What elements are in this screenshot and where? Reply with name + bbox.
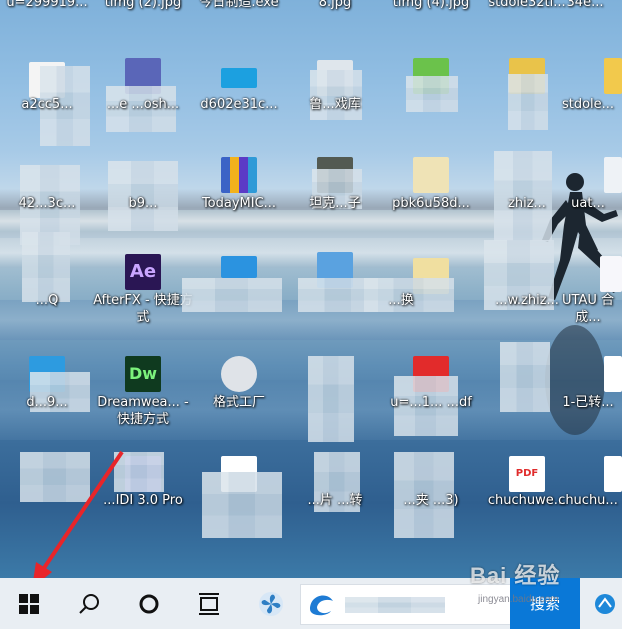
file-icon — [604, 356, 622, 392]
search-icon — [79, 593, 99, 614]
baidu-watermark-url: jingyan.baidu.com — [478, 594, 559, 605]
desktop-icon-label: pbk6u58d... — [392, 196, 470, 211]
desktop-icon[interactable]: uat... — [560, 155, 622, 245]
desktop-icon-label: UTAU 合成... — [562, 293, 614, 325]
desktop-icon-label: 鲁...戏库 — [309, 97, 361, 112]
desktop-icon[interactable]: Ae AfterFX - 快捷方式 — [93, 250, 193, 340]
desktop-icon-label: chuchu... — [558, 493, 618, 508]
desktop-icon[interactable] — [192, 452, 286, 542]
desktop-icon-label: a2cc5... — [21, 97, 73, 112]
desktop-icon[interactable]: TodayMIC... — [192, 155, 286, 245]
zip-folder-icon — [413, 157, 449, 193]
desktop-icon[interactable]: UTAU 合成... — [560, 250, 622, 340]
desktop-icon[interactable]: stdole... — [560, 56, 622, 146]
after-effects-icon: Ae — [125, 254, 161, 290]
image-file-icon — [221, 256, 257, 278]
search-button[interactable] — [60, 578, 118, 629]
desktop-icon-label: timg (4).jpg — [392, 0, 470, 10]
desktop-icon[interactable] — [384, 56, 478, 146]
desktop-icon-label: 34e... — [566, 0, 604, 10]
desktop-icon-label: ...Q — [35, 293, 59, 308]
tray-app-icon — [595, 593, 615, 614]
desktop-icon[interactable] — [288, 352, 382, 442]
cortana-button[interactable] — [120, 578, 178, 629]
desktop-icon[interactable]: 格式工厂 — [192, 352, 286, 442]
desktop-icon-label: d...9... — [26, 395, 68, 410]
desktop-icon[interactable]: ...夹 ...3) — [384, 452, 478, 542]
desktop-icon[interactable]: d602e31c... — [192, 56, 286, 146]
desktop-icon-label: TodayMIC... — [201, 196, 277, 211]
desktop-icon-label: u=...1... ...df — [390, 395, 472, 410]
task-view-button[interactable] — [180, 578, 238, 629]
desktop-icon-label: AfterFX - 快捷方式 — [93, 293, 193, 325]
desktop-icon[interactable] — [0, 452, 94, 542]
file-icon — [604, 157, 622, 193]
desktop-icon-label: b9... — [128, 196, 158, 211]
folder-icon — [604, 58, 622, 94]
desktop-icon-label: 格式工厂 — [212, 395, 265, 410]
file-icon — [604, 456, 622, 492]
desktop-icon[interactable]: u=...1... ...df — [384, 352, 478, 442]
utau-icon — [600, 256, 622, 292]
pdf-file-icon: PDF — [509, 456, 545, 492]
desktop-icon[interactable]: a2cc5... — [0, 56, 94, 146]
desktop-icon[interactable]: ...片 ...转 — [288, 452, 382, 542]
desktop-icon[interactable]: ...Q — [0, 232, 94, 340]
image-file-icon — [221, 68, 257, 88]
desktop-icon-label: uat... — [571, 196, 605, 211]
desktop-icon[interactable]: Dw Dreamwea... - 快捷方式 — [96, 352, 190, 442]
desktop-icon-label: ...片 ...转 — [307, 493, 363, 508]
desktop-icon[interactable]: d...9... — [0, 352, 94, 442]
tray-app-button[interactable] — [588, 578, 622, 629]
fan-app-icon — [259, 591, 283, 616]
desktop-icon[interactable]: ...e ...osh... — [96, 56, 190, 146]
desktop-icon-label: 8.jpg — [318, 0, 352, 10]
cortana-circle-icon — [139, 594, 159, 613]
format-factory-icon — [221, 356, 257, 392]
start-button[interactable] — [0, 578, 58, 629]
desktop-icon[interactable]: 1-已转... — [560, 352, 622, 442]
desktop: u=299919... timg (2).jpg 今日制造.exe 8.jpg … — [0, 0, 622, 578]
desktop-icon-label: ...IDI 3.0 Pro — [103, 493, 183, 508]
desktop-icon-label: ...e ...osh... — [106, 97, 180, 112]
task-view-icon — [199, 592, 219, 615]
fan-app-button[interactable] — [242, 578, 300, 629]
baidu-watermark: Bai 经验 — [470, 563, 561, 588]
winrar-icon — [221, 157, 257, 193]
desktop-icon-label: 1-已转... — [562, 395, 614, 410]
desktop-icon[interactable] — [182, 250, 286, 340]
desktop-icon-label: u=299919... — [6, 0, 88, 10]
desktop-icon-label: 今日制造.exe — [199, 0, 279, 10]
desktop-icon[interactable]: ...IDI 3.0 Pro — [96, 452, 190, 542]
desktop-icon-label: 42...3c... — [18, 196, 76, 211]
desktop-icon-label: stdole... — [561, 97, 615, 112]
desktop-icon-label: d602e31c... — [200, 97, 278, 112]
desktop-icon[interactable]: chuchu... — [558, 452, 622, 542]
desktop-icon-label: ...换 — [388, 293, 414, 308]
windows-logo-icon — [19, 593, 39, 614]
desktop-icon-label: ...夹 ...3) — [403, 493, 459, 508]
blurred-text — [345, 597, 445, 613]
desktop-icon-label: Dreamwea... - 快捷方式 — [97, 395, 189, 427]
desktop-icon[interactable]: 坦克...子 — [288, 155, 382, 245]
edge-browser-icon — [310, 595, 333, 616]
desktop-icon[interactable]: pbk6u58d... — [384, 155, 478, 245]
desktop-icon[interactable]: ...换 — [364, 250, 478, 340]
desktop-icon[interactable]: 鲁...戏库 — [288, 56, 382, 146]
desktop-icon-label: 坦克...子 — [309, 196, 361, 211]
dreamweaver-icon: Dw — [125, 356, 161, 392]
desktop-icon[interactable]: b9... — [96, 155, 190, 245]
desktop-icon-label: timg (2).jpg — [104, 0, 182, 10]
